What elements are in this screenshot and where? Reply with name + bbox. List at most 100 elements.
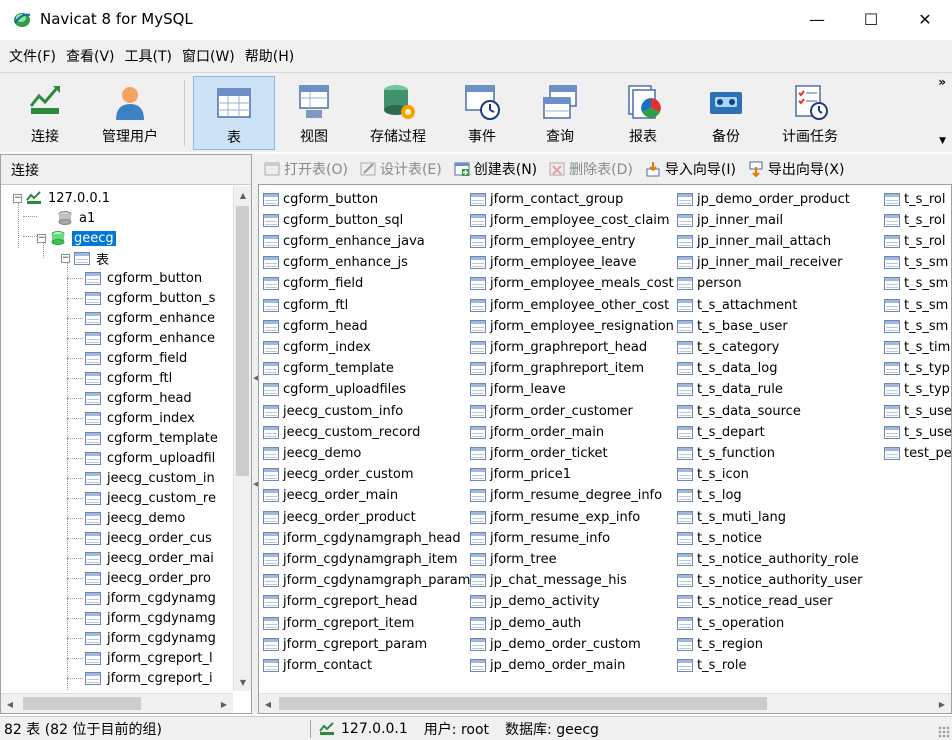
table-list-item[interactable]: t_s_attachment bbox=[677, 295, 797, 315]
tree-table-item[interactable]: cgform_button bbox=[67, 268, 202, 288]
table-list-item[interactable]: person bbox=[677, 274, 742, 294]
maximize-button[interactable]: ☐ bbox=[844, 0, 898, 38]
tree-table-item[interactable]: cgform_index bbox=[67, 408, 195, 428]
collapse-icon[interactable]: − bbox=[61, 253, 70, 263]
scroll-up-icon[interactable]: ▲ bbox=[234, 186, 252, 204]
table-list-item[interactable]: cgform_button_sql bbox=[263, 210, 403, 230]
table-list-item[interactable]: jp_inner_mail bbox=[677, 210, 783, 230]
tree-connection-node[interactable]: − 127.0.0.1 bbox=[13, 188, 110, 208]
delete-table-button[interactable]: 删除表(D) bbox=[549, 159, 633, 179]
table-list-item[interactable]: jform_cgreport_head bbox=[263, 592, 417, 612]
table-list-item[interactable]: jform_cgreport_param bbox=[263, 634, 427, 654]
table-list-item[interactable]: cgform_ftl bbox=[263, 295, 348, 315]
connect-button[interactable]: 连接 bbox=[6, 76, 84, 150]
table-list-item[interactable]: t_s_depart bbox=[677, 422, 765, 442]
tree-table-item[interactable]: cgform_enhance bbox=[67, 328, 215, 348]
table-list-item[interactable]: t_s_sm bbox=[884, 295, 948, 315]
table-list-item[interactable]: cgform_enhance_java bbox=[263, 231, 425, 251]
table-list-item[interactable]: t_s_use bbox=[884, 422, 951, 442]
scroll-thumb[interactable] bbox=[236, 206, 249, 476]
events-button[interactable]: 事件 bbox=[443, 76, 521, 150]
scroll-down-icon[interactable]: ▼ bbox=[234, 673, 252, 691]
table-list-item[interactable]: jform_employee_leave bbox=[470, 253, 636, 273]
tree-table-item[interactable]: cgform_ftl bbox=[67, 368, 172, 388]
table-list-item[interactable]: t_s_rol bbox=[884, 210, 946, 230]
table-list-item[interactable]: jform_graphreport_head bbox=[470, 337, 647, 357]
queries-button[interactable]: 查询 bbox=[521, 76, 599, 150]
table-list-item[interactable]: jform_employee_meals_cost bbox=[470, 274, 674, 294]
table-list-item[interactable]: cgform_field bbox=[263, 274, 363, 294]
tree-table-item[interactable]: jeecg_custom_in bbox=[67, 468, 215, 488]
tree-table-item[interactable]: jform_cgreport_l bbox=[67, 648, 213, 668]
table-list-item[interactable]: t_s_base_user bbox=[677, 316, 788, 336]
table-list-item[interactable]: t_s_rol bbox=[884, 189, 946, 209]
tree-table-item[interactable]: jeecg_order_pro bbox=[67, 568, 211, 588]
table-list-item[interactable]: jp_demo_order_main bbox=[470, 655, 625, 675]
table-list-item[interactable]: t_s_notice_authority_user bbox=[677, 571, 863, 591]
table-list-item[interactable]: t_s_category bbox=[677, 337, 779, 357]
backup-button[interactable]: 备份 bbox=[687, 76, 765, 150]
table-list-item[interactable]: jp_demo_order_custom bbox=[470, 634, 641, 654]
table-list-item[interactable]: jeecg_order_product bbox=[263, 507, 416, 527]
tree-table-item[interactable]: cgform_enhance bbox=[67, 308, 215, 328]
views-button[interactable]: 视图 bbox=[275, 76, 353, 150]
table-list-item[interactable]: jp_chat_message_his bbox=[470, 571, 627, 591]
table-list-item[interactable]: jeecg_order_custom bbox=[263, 465, 414, 485]
table-list-horizontal-scrollbar[interactable]: ◀ ▶ bbox=[259, 693, 951, 713]
scroll-left-icon[interactable]: ◀ bbox=[259, 695, 277, 713]
tree-database-geecg[interactable]: − geecg bbox=[37, 228, 116, 248]
table-list-item[interactable]: t_s_role bbox=[677, 655, 747, 675]
table-list-item[interactable]: jform_order_main bbox=[470, 422, 604, 442]
table-list-item[interactable]: t_s_tim bbox=[884, 337, 950, 357]
table-list-item[interactable]: jp_inner_mail_attach bbox=[677, 231, 831, 251]
tree-database-a1[interactable]: a1 bbox=[57, 208, 95, 228]
tree-table-item[interactable]: cgform_head bbox=[67, 388, 192, 408]
table-list-item[interactable]: jform_order_ticket bbox=[470, 443, 608, 463]
tree-table-item[interactable]: jform_cgdynamg bbox=[67, 588, 216, 608]
menu-view[interactable]: 查看(V) bbox=[61, 46, 120, 66]
tree-vertical-scrollbar[interactable]: ▲ ▼ bbox=[233, 186, 251, 691]
design-table-button[interactable]: 设计表(E) bbox=[360, 159, 442, 179]
scroll-thumb[interactable] bbox=[23, 697, 141, 710]
tree-table-item[interactable]: jeecg_order_mai bbox=[67, 548, 214, 568]
export-wizard-button[interactable]: 导出向导(X) bbox=[748, 159, 844, 179]
table-list-item[interactable]: jp_demo_activity bbox=[470, 592, 600, 612]
expand-left-icon[interactable]: ◀ bbox=[253, 480, 258, 494]
scheduled-tasks-button[interactable]: 计画任务 bbox=[765, 76, 855, 150]
table-list-item[interactable]: jform_cgreport_item bbox=[263, 613, 414, 633]
close-button[interactable]: ✕ bbox=[898, 0, 952, 38]
collapse-icon[interactable]: − bbox=[37, 233, 46, 243]
collapse-left-icon[interactable]: ◀ bbox=[253, 374, 258, 388]
tree-table-item[interactable]: jeecg_order_cus bbox=[67, 528, 212, 548]
table-list-item[interactable]: t_s_sm bbox=[884, 316, 948, 336]
table-list-item[interactable]: jeecg_custom_info bbox=[263, 401, 403, 421]
scroll-right-icon[interactable]: ▶ bbox=[215, 695, 233, 713]
table-list-item[interactable]: t_s_operation bbox=[677, 613, 784, 633]
table-list-item[interactable]: jform_price1 bbox=[470, 465, 571, 485]
table-list-item[interactable]: jform_resume_info bbox=[470, 528, 610, 548]
table-list-item[interactable]: t_s_typ bbox=[884, 359, 950, 379]
scroll-right-icon[interactable]: ▶ bbox=[933, 695, 951, 713]
toolbar-dropdown-icon[interactable]: ▼ bbox=[939, 136, 946, 146]
scroll-thumb[interactable] bbox=[279, 697, 767, 710]
tree-table-item[interactable]: jform_cgdynamg bbox=[67, 608, 216, 628]
table-list-item[interactable]: jform_contact_group bbox=[470, 189, 623, 209]
table-list-item[interactable]: t_s_notice_authority_role bbox=[677, 549, 859, 569]
table-list-item[interactable]: jform_leave bbox=[470, 380, 566, 400]
table-list-item[interactable]: t_s_sm bbox=[884, 274, 948, 294]
table-list-item[interactable]: t_s_region bbox=[677, 634, 763, 654]
table-list-item[interactable]: jform_order_customer bbox=[470, 401, 633, 421]
table-list-item[interactable]: jform_resume_degree_info bbox=[470, 486, 662, 506]
table-list-item[interactable]: jform_employee_other_cost bbox=[470, 295, 669, 315]
table-list-item[interactable]: jform_employee_cost_claim bbox=[470, 210, 670, 230]
table-list-item[interactable]: t_s_data_source bbox=[677, 401, 801, 421]
table-list-item[interactable]: jform_resume_exp_info bbox=[470, 507, 640, 527]
table-list-item[interactable]: jeecg_custom_record bbox=[263, 422, 420, 442]
tree-table-item[interactable]: cgform_button_s bbox=[67, 288, 215, 308]
table-list-item[interactable]: test_pe bbox=[884, 443, 951, 463]
tree-table-item[interactable]: jform_cgdynamg bbox=[67, 628, 216, 648]
menu-window[interactable]: 窗口(W) bbox=[177, 46, 240, 66]
table-list-item[interactable]: jp_inner_mail_receiver bbox=[677, 253, 843, 273]
table-list-item[interactable]: jp_demo_auth bbox=[470, 613, 581, 633]
table-list-item[interactable]: t_s_notice bbox=[677, 528, 762, 548]
